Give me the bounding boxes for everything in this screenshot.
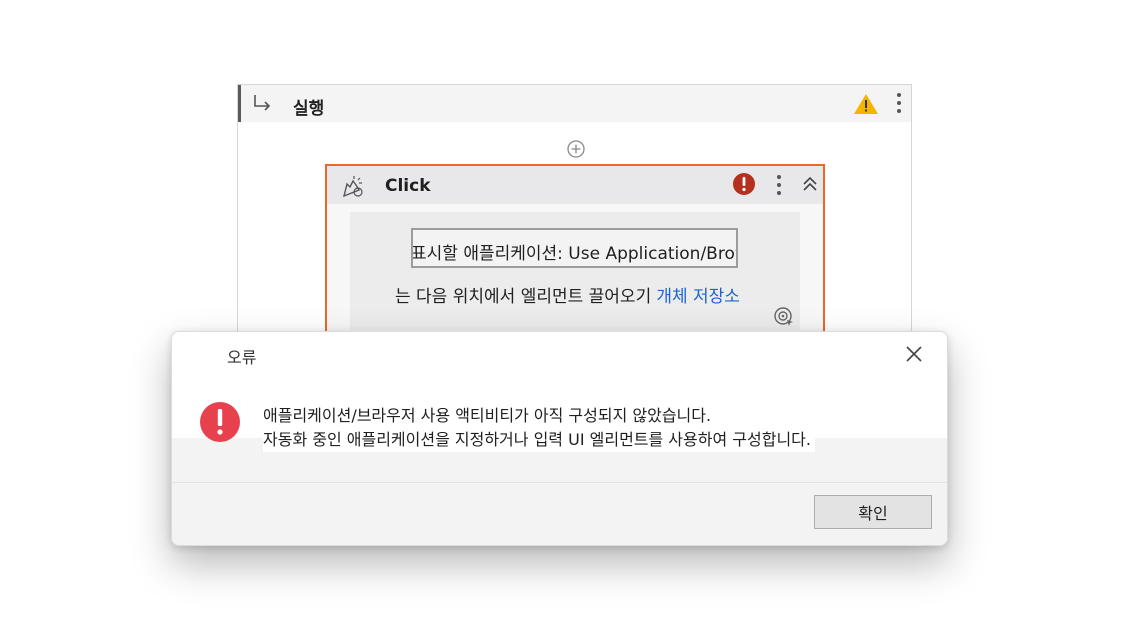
add-circle-icon[interactable]: [566, 139, 586, 159]
error-badge-icon[interactable]: [732, 172, 756, 196]
object-repository-link[interactable]: 개체 저장소: [656, 287, 740, 306]
dialog-title: 오류: [227, 348, 257, 367]
click-action-icon: [342, 176, 363, 198]
application-indicator-field[interactable]: 표시할 애플리케이션: Use Application/Browser: [411, 228, 738, 268]
drag-element-line: 는 다음 위치에서 엘리먼트 끌어오기 개체 저장소: [395, 282, 755, 306]
dialog-message: 애플리케이션/브라우저 사용 액티비티가 아직 구성되지 않았습니다. 자동화 …: [263, 404, 815, 452]
more-vertical-icon[interactable]: [776, 175, 782, 197]
drag-element-text: 는 다음 위치에서 엘리먼트 끌어오기: [395, 287, 652, 306]
click-activity-header[interactable]: Click: [327, 166, 823, 204]
dialog-footer: 확인: [172, 482, 947, 545]
ok-button[interactable]: 확인: [814, 495, 932, 529]
target-element-icon[interactable]: [772, 305, 796, 329]
collapse-chevron-icon[interactable]: [801, 175, 819, 193]
sequence-header[interactable]: 실행: [238, 85, 911, 122]
application-indicator-text: 표시할 애플리케이션: Use Application/Browser: [411, 244, 736, 264]
click-activity-body: 표시할 애플리케이션: Use Application/Browser 는 다음…: [350, 212, 800, 330]
close-icon: [906, 346, 922, 362]
close-button[interactable]: [900, 340, 928, 368]
warning-icon[interactable]: [853, 92, 879, 116]
return-arrow-icon: [254, 95, 271, 111]
dialog-message-line2: 자동화 중인 애플리케이션을 지정하거나 입력 UI 엘리먼트를 사용하여 구성…: [263, 430, 811, 449]
more-vertical-icon[interactable]: [896, 93, 902, 115]
sequence-title: 실행: [293, 99, 325, 119]
dialog-message-line1: 애플리케이션/브라우저 사용 액티비티가 아직 구성되지 않았습니다.: [263, 406, 712, 425]
error-icon: [200, 402, 240, 442]
click-activity-title: Click: [385, 176, 431, 196]
click-activity-card[interactable]: Click 표시할 애플리케이션: Use Application/Browse…: [325, 164, 825, 334]
error-dialog: 오류 애플리케이션/브라우저 사용 액티비티가 아직 구성되지 않았습니다. 자…: [171, 331, 948, 546]
